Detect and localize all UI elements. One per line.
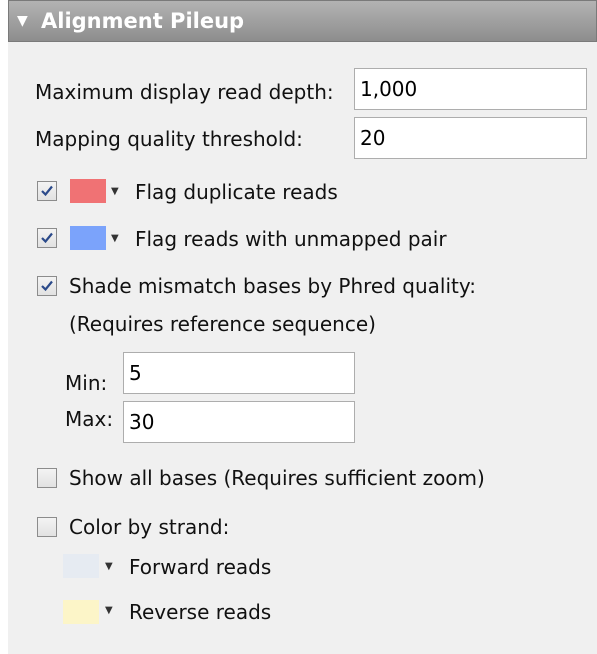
duplicate-color-dropdown-icon[interactable]: ▼ [111, 187, 119, 197]
flag-unmapped-pair-label: Flag reads with unmapped pair [135, 227, 447, 251]
flag-unmapped-pair-checkbox[interactable] [37, 228, 57, 248]
show-all-bases-checkbox[interactable] [37, 468, 57, 488]
section-title: Alignment Pileup [41, 9, 245, 33]
reverse-color-swatch[interactable] [63, 600, 99, 624]
checkmark-icon [41, 185, 53, 197]
flag-duplicates-label: Flag duplicate reads [135, 180, 338, 204]
forward-reads-label: Forward reads [129, 555, 272, 579]
reverse-reads-label: Reverse reads [129, 600, 272, 624]
min-quality-input[interactable] [123, 352, 355, 394]
checkmark-icon [41, 280, 53, 292]
max-read-depth-input[interactable] [354, 68, 587, 110]
flag-duplicates-checkbox[interactable] [37, 181, 57, 201]
checkmark-icon [41, 232, 53, 244]
shade-mismatch-note: (Requires reference sequence) [69, 312, 376, 336]
collapse-triangle-icon[interactable]: ▼ [17, 1, 28, 41]
unmapped-pair-color-dropdown-icon[interactable]: ▼ [111, 234, 119, 244]
mapping-quality-label: Mapping quality threshold: [35, 127, 303, 151]
color-by-strand-label: Color by strand: [69, 515, 230, 539]
reverse-color-dropdown-icon[interactable]: ▼ [105, 606, 113, 616]
max-quality-label: Max: [65, 407, 114, 431]
shade-mismatch-label: Shade mismatch bases by Phred quality: [69, 274, 476, 298]
forward-color-swatch[interactable] [63, 554, 99, 578]
min-quality-label: Min: [65, 371, 108, 395]
unmapped-pair-color-swatch[interactable] [70, 226, 106, 250]
max-quality-input[interactable] [123, 401, 355, 443]
shade-mismatch-checkbox[interactable] [37, 276, 57, 296]
section-header[interactable]: ▼ Alignment Pileup [8, 0, 597, 42]
color-by-strand-checkbox[interactable] [37, 517, 57, 537]
max-read-depth-label: Maximum display read depth: [35, 80, 334, 104]
duplicate-color-swatch[interactable] [70, 179, 106, 203]
forward-color-dropdown-icon[interactable]: ▼ [105, 562, 113, 572]
mapping-quality-input[interactable] [354, 117, 587, 159]
show-all-bases-label: Show all bases (Requires sufficient zoom… [69, 466, 485, 490]
alignment-pileup-panel: ▼ Alignment Pileup Maximum display read … [8, 0, 597, 654]
